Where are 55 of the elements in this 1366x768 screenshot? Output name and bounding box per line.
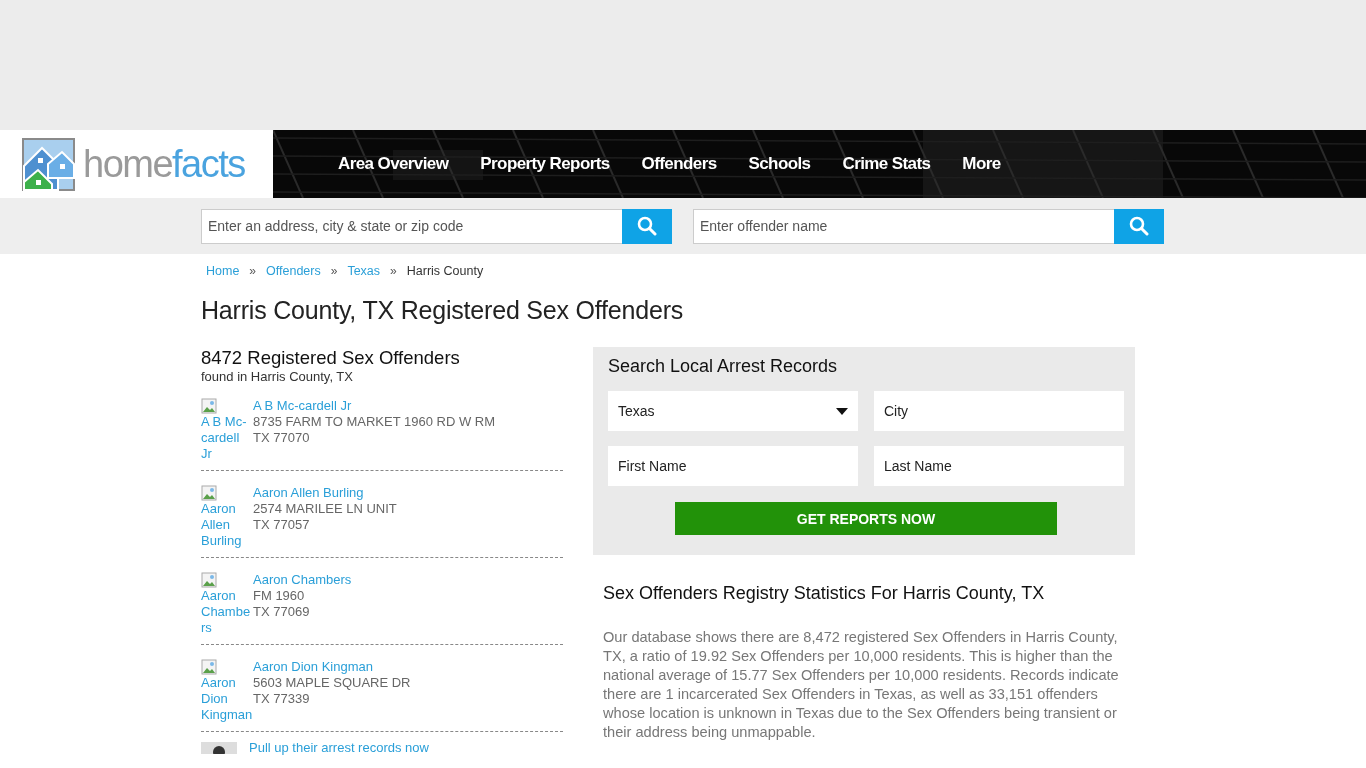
caret-icon [836,407,848,415]
offender-name-link[interactable]: Aaron Dion Kingman [253,659,411,675]
breadcrumb-separator: » [249,264,257,278]
nav-link[interactable]: Area Overview [322,154,465,174]
panel-title: Search Local Arrest Records [608,356,839,377]
person-photo-icon [201,741,237,754]
offender-city: TX 77069 [253,604,311,620]
search-icon [637,216,657,236]
logo-wordmark[interactable]: homefacts [83,142,245,186]
statistics-title: Sex Offenders Registry Statistics For Harris County, TX [603,583,1046,604]
houses-logo-icon [22,137,75,191]
offender-name-link[interactable]: Aaron Chambers [253,572,352,588]
broken-image-icon [201,659,217,675]
offender-address: 8735 FARM TO MARKET 1960 RD W RM [253,414,496,430]
breadcrumb-link[interactable]: Texas [347,264,381,278]
breadcrumb-link[interactable]: Home [206,264,240,278]
offender-city: TX 77339 [253,691,311,707]
offender-city: TX 77057 [253,517,311,533]
breadcrumb-separator: » [390,264,397,278]
broken-image-icon [201,485,217,501]
last-name-field[interactable]: Last Name [874,446,1124,486]
statistics-paragraph: Our database shows there are 8,472 registered Sex Offenders in Harris County, TX, a ratio of 19.92 Sex Offenders per 10,000 residents. This is higher than the national average of 15.77 Sex Offenders per 10,000 residents. Records indicate there are 1 incarcerated Sex Offenders in Texas, as well as 33,151 offenders whose location is unknown in Texas due to the Sex Offenders being transient or their address being unmappable. [603,628,1120,742]
address-search-field[interactable]: Enter an address, city & state or zip code [201,208,622,244]
nav-link[interactable]: Property Reports [464,154,626,174]
state-dropdown[interactable]: Texas [608,391,858,431]
count-subtitle: found in Harris County, TX [201,369,354,384]
offender-address: FM 1960 [253,588,306,604]
offender-city: TX 77070 [253,430,311,446]
image-alt-text[interactable]: Aaron Chambers [201,588,253,636]
broken-image-icon [201,398,217,414]
page-title: Harris County, TX Registered Sex Offenders [201,296,685,325]
count-heading: 8472 Registered Sex Offenders [201,347,461,369]
nav-link[interactable]: Crime Stats [826,154,947,174]
arrest-records-link[interactable]: Pull up their arrest records now [249,740,429,755]
offender-search-field[interactable]: Enter offender name [693,208,1114,244]
offender-address: 2574 MARILEE LN UNIT [253,501,397,517]
search-icon [1129,216,1149,236]
broken-image-icon [201,572,217,588]
image-alt-text[interactable]: A B Mc-cardell Jr [201,414,253,462]
search-button[interactable] [622,208,672,244]
nav-link[interactable]: Schools [732,154,827,174]
breadcrumb-link[interactable]: Offenders [266,264,321,278]
offender-name-link[interactable]: A B Mc-cardell Jr [253,398,496,414]
breadcrumb-current: Harris County [406,264,484,278]
first-name-field[interactable]: First Name [608,446,858,486]
image-alt-text[interactable]: Aaron Dion Kingman [201,675,253,723]
get-reports-button[interactable]: GET REPORTS NOW [675,502,1057,535]
city-field[interactable]: City [874,391,1124,431]
offender-name-link[interactable]: Aaron Allen Burling [253,485,397,501]
image-alt-text[interactable]: Aaron Allen Burling [201,501,253,549]
nav-link[interactable]: Offenders [625,154,733,174]
offender-address: 5603 MAPLE SQUARE DR [253,675,411,691]
breadcrumb-separator: » [330,264,338,278]
search-button[interactable] [1114,208,1164,244]
nav-link[interactable]: More [946,154,1017,174]
